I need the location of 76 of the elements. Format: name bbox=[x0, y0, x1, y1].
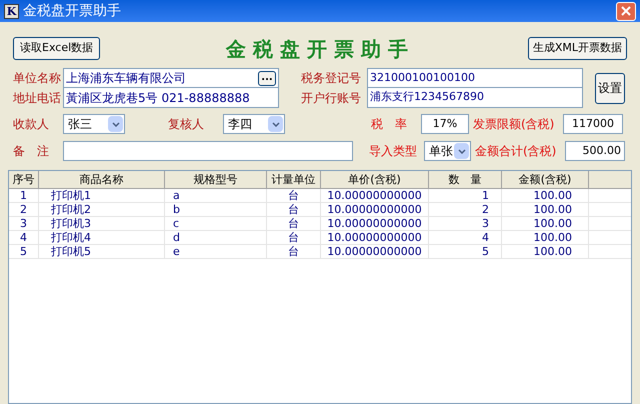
table-cell: 100.00 bbox=[502, 203, 589, 216]
column-header[interactable]: 规格型号 bbox=[165, 171, 267, 188]
table-cell: 打印机4 bbox=[39, 231, 165, 244]
table-cell: 100.00 bbox=[502, 245, 589, 258]
chevron-down-icon bbox=[268, 116, 283, 132]
table-cell: 2 bbox=[429, 203, 502, 216]
field-label: 地址电话 bbox=[13, 90, 62, 107]
table-cell: 5 bbox=[429, 245, 502, 258]
chevron-down-icon bbox=[454, 143, 469, 159]
table-cell: 台 bbox=[267, 245, 321, 258]
table-cell: 打印机2 bbox=[39, 203, 165, 216]
column-header[interactable]: 单价(含税) bbox=[321, 171, 429, 188]
column-header[interactable]: 金额(含税) bbox=[502, 171, 589, 188]
field-label: 税务登记号 bbox=[301, 70, 362, 87]
field-label: 发票限额(含税) bbox=[473, 116, 556, 133]
table-cell: 100.00 bbox=[502, 189, 589, 202]
close-button[interactable] bbox=[616, 2, 636, 20]
table-cell: d bbox=[165, 231, 267, 244]
column-header[interactable]: 数 量 bbox=[429, 171, 502, 188]
table-cell: 打印机3 bbox=[39, 217, 165, 230]
field-label: 备 注 bbox=[13, 143, 50, 160]
table-cell: c bbox=[165, 217, 267, 230]
table-cell: a bbox=[165, 189, 267, 202]
action-button[interactable]: 生成XML开票数据 bbox=[528, 37, 627, 60]
table-cell: 100.00 bbox=[502, 231, 589, 244]
table-cell: 打印机1 bbox=[39, 189, 165, 202]
field-label: 单位名称 bbox=[13, 70, 62, 87]
field-label: 收款人 bbox=[13, 116, 50, 133]
table-cell: 3 bbox=[9, 217, 39, 230]
action-button[interactable]: 读取Excel数据 bbox=[13, 37, 100, 60]
table-cell: 10.00000000000 bbox=[321, 245, 429, 258]
dropdown[interactable]: 李四 bbox=[223, 114, 285, 134]
table-cell: 打印机5 bbox=[39, 245, 165, 258]
table-cell: 10.00000000000 bbox=[321, 217, 429, 230]
chevron-down-icon bbox=[108, 116, 123, 132]
column-header[interactable]: 计量单位 bbox=[267, 171, 321, 188]
window-title: 金税盘开票助手 bbox=[23, 2, 121, 20]
table-cell: 台 bbox=[267, 217, 321, 230]
table-cell: e bbox=[165, 245, 267, 258]
table-cell: 1 bbox=[429, 189, 502, 202]
column-header[interactable]: 商品名称 bbox=[39, 171, 165, 188]
browse-button[interactable]: ... bbox=[258, 70, 276, 86]
remark-field[interactable] bbox=[63, 141, 353, 161]
field-label: 税 率 bbox=[371, 116, 408, 133]
table-cell: 台 bbox=[267, 189, 321, 202]
table-cell: b bbox=[165, 203, 267, 216]
dropdown[interactable]: 张三 bbox=[63, 114, 125, 134]
close-icon bbox=[621, 6, 631, 16]
dropdown[interactable]: 单张 bbox=[424, 141, 471, 161]
table-cell: 4 bbox=[9, 231, 39, 244]
input-field[interactable]: 17% bbox=[421, 114, 469, 134]
input-field[interactable]: 321000100100100 bbox=[368, 69, 582, 88]
action-button[interactable]: 设置 bbox=[595, 72, 625, 104]
table-cell: 3 bbox=[429, 217, 502, 230]
field-label: 导入类型 bbox=[369, 143, 418, 160]
table-cell: 2 bbox=[9, 203, 39, 216]
column-header[interactable]: 序号 bbox=[9, 171, 39, 188]
table-cell: 4 bbox=[429, 231, 502, 244]
table-cell: 台 bbox=[267, 231, 321, 244]
table-cell: 1 bbox=[9, 189, 39, 202]
input-field[interactable]: 黃浦区龙虎巷5号 021-88888888 bbox=[64, 88, 278, 107]
table-cell: 10.00000000000 bbox=[321, 203, 429, 216]
field-label: 金额合计(含税) bbox=[475, 143, 558, 160]
table-cell: 台 bbox=[267, 203, 321, 216]
table-cell: 10.00000000000 bbox=[321, 231, 429, 244]
input-field[interactable]: 上海浦东车辆有限公司 ... bbox=[64, 69, 278, 88]
field-label: 复核人 bbox=[168, 116, 205, 133]
table-cell: 10.00000000000 bbox=[321, 189, 429, 202]
table-cell: 100.00 bbox=[502, 217, 589, 230]
table-cell: 5 bbox=[9, 245, 39, 258]
input-field[interactable]: 浦东支行1234567890 bbox=[368, 88, 582, 107]
input-field[interactable]: 500.00 bbox=[565, 141, 625, 161]
input-field[interactable]: 117000 bbox=[563, 114, 623, 134]
field-label: 开户行账号 bbox=[301, 90, 362, 107]
app-logo: K bbox=[4, 4, 19, 18]
app-heading: 金 税 盘 开 票 助 手 bbox=[224, 36, 409, 62]
